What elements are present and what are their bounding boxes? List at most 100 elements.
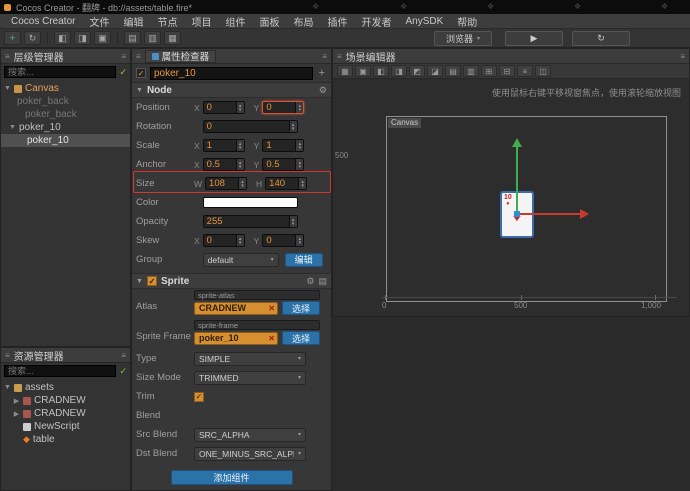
scene-tool-icon[interactable]: ⊞ (481, 65, 497, 77)
menu-layout[interactable]: 布局 (286, 14, 320, 29)
node-section-header[interactable]: ▼ Node ⚙ (132, 82, 331, 98)
panel-menu-icon[interactable]: ≡ (337, 52, 342, 61)
menu-edit[interactable]: 编辑 (116, 14, 150, 29)
asset-folder-cradnew-2[interactable]: ▶ CRADNEW (1, 407, 130, 420)
node-name-input[interactable] (150, 67, 313, 80)
menu-component[interactable]: 组件 (218, 14, 252, 29)
sprite-frame-select-button[interactable]: 选择 (282, 331, 320, 345)
position-x-field[interactable]: 0 ▴▾ (203, 101, 245, 114)
stepper-icon[interactable]: ▴▾ (236, 235, 244, 246)
color-swatch[interactable] (203, 197, 298, 208)
expand-arrow-icon[interactable]: ▼ (9, 124, 16, 131)
stepper-icon[interactable]: ▴▾ (298, 178, 306, 189)
collapsed-arrow-icon[interactable]: ▶ (13, 410, 20, 418)
create-node-icon[interactable]: ✓ (119, 67, 127, 78)
grid-toggle-icon[interactable]: ▦ (164, 31, 181, 45)
asset-folder-cradnew[interactable]: ▶ CRADNEW (1, 394, 130, 407)
tree-node-poker-back[interactable]: poker_back (1, 95, 130, 108)
asset-folder-assets[interactable]: ▼ assets (1, 381, 130, 394)
anchor-y-field[interactable]: 0.5 ▴▾ (262, 158, 304, 171)
tree-node-poker-back-child[interactable]: poker_back (1, 108, 130, 121)
skew-x-field[interactable]: 0 ▴▾ (203, 234, 245, 247)
panel-options-icon[interactable]: ≡ (121, 52, 126, 61)
scene-tool-icon[interactable]: ≡ (517, 65, 533, 77)
help-doc-icon[interactable]: ▤ (318, 276, 327, 287)
dst-blend-dropdown[interactable]: ONE_MINUS_SRC_ALPHA ▾ (194, 447, 306, 461)
stepper-icon[interactable]: ▴▾ (295, 235, 303, 246)
refresh-button[interactable]: ↻ (572, 31, 630, 46)
panel-menu-icon[interactable]: ≡ (5, 351, 10, 360)
gizmo-y-arrowhead-icon[interactable] (512, 138, 522, 147)
rotate-tool-icon[interactable]: ↻ (24, 31, 41, 45)
scene-tool-icon[interactable]: ◩ (409, 65, 425, 77)
opacity-field[interactable]: 255 ▴▾ (203, 215, 298, 228)
sprite-frame-asset-field[interactable]: poker_10 ✕ (194, 332, 278, 345)
skew-y-field[interactable]: 0 ▴▾ (262, 234, 304, 247)
menu-node[interactable]: 节点 (150, 14, 184, 29)
stepper-icon[interactable]: ▴▾ (236, 159, 244, 170)
move-tool-icon[interactable]: + (4, 31, 21, 45)
sprite-enabled-checkbox[interactable]: ✓ (147, 276, 157, 286)
size-h-field[interactable]: 140 ▴▾ (265, 177, 307, 190)
atlas-asset-field[interactable]: CRADNEW ✕ (194, 302, 278, 315)
menu-app[interactable]: Cocos Creator (4, 16, 82, 27)
expand-arrow-icon[interactable]: ▼ (4, 384, 11, 391)
scene-tool-icon[interactable]: ◨ (391, 65, 407, 77)
group-dropdown[interactable]: default ▾ (203, 253, 279, 267)
scale-tool-icon[interactable]: ◨ (74, 31, 91, 45)
scene-tool-icon[interactable]: ▦ (337, 65, 353, 77)
inspector-tab[interactable]: 属性检查器 (145, 50, 217, 63)
rotation-field[interactable]: 0 ▴▾ (203, 120, 298, 133)
node-active-checkbox[interactable]: ✓ (136, 68, 146, 78)
menu-anysdk[interactable]: AnySDK (398, 16, 450, 27)
scene-tool-icon[interactable]: ◧ (373, 65, 389, 77)
gizmo-origin-handle[interactable] (514, 211, 520, 217)
gizmo-y-axis-handle[interactable] (516, 147, 518, 214)
anchor-toggle-icon[interactable]: ▥ (144, 31, 161, 45)
panel-menu-icon[interactable]: ≡ (5, 52, 10, 61)
gear-icon[interactable]: ⚙ (319, 85, 327, 96)
gear-icon[interactable]: ⚙ (306, 276, 314, 287)
add-component-button[interactable]: 添加组件 (171, 470, 293, 485)
tree-node-poker-10-selected[interactable]: poker_10 (1, 134, 130, 147)
stepper-icon[interactable]: ▴▾ (295, 102, 303, 113)
trim-checkbox[interactable]: ✓ (194, 392, 204, 402)
panel-options-icon[interactable]: ≡ (680, 52, 685, 61)
menu-panel[interactable]: 面板 (252, 14, 286, 29)
stepper-icon[interactable]: ▴▾ (236, 140, 244, 151)
add-icon[interactable]: + (317, 67, 327, 79)
hierarchy-search-input[interactable] (4, 66, 116, 78)
scene-tool-icon[interactable]: ◫ (535, 65, 551, 77)
scene-tool-icon[interactable]: ▥ (463, 65, 479, 77)
stepper-icon[interactable]: ▴▾ (289, 121, 297, 132)
menu-developer[interactable]: 开发者 (354, 14, 398, 29)
stepper-icon[interactable]: ▴▾ (236, 102, 244, 113)
group-edit-button[interactable]: 编辑 (285, 253, 323, 267)
menu-help[interactable]: 帮助 (450, 14, 484, 29)
collapsed-arrow-icon[interactable]: ▶ (13, 397, 20, 405)
assets-search-input[interactable] (4, 365, 116, 377)
menu-file[interactable]: 文件 (82, 14, 116, 29)
clear-asset-icon[interactable]: ✕ (268, 304, 275, 313)
camera-tool-icon[interactable]: ▣ (94, 31, 111, 45)
scene-tool-icon[interactable]: ▤ (445, 65, 461, 77)
tree-node-poker-10[interactable]: ▼ poker_10 (1, 121, 130, 134)
src-blend-dropdown[interactable]: SRC_ALPHA ▾ (194, 428, 306, 442)
scene-tool-icon[interactable]: ◪ (427, 65, 443, 77)
stepper-icon[interactable]: ▴▾ (295, 140, 303, 151)
stepper-icon[interactable]: ▴▾ (238, 178, 246, 189)
asset-script-newscript[interactable]: NewScript (1, 420, 130, 433)
scale-x-field[interactable]: 1 ▴▾ (203, 139, 245, 152)
atlas-select-button[interactable]: 选择 (282, 301, 320, 315)
gizmo-x-axis-handle[interactable] (519, 213, 580, 215)
type-dropdown[interactable]: SIMPLE ▾ (194, 352, 306, 366)
scene-tool-icon[interactable]: ⊟ (499, 65, 515, 77)
asset-scene-table[interactable]: ◆ table (1, 433, 130, 446)
panel-options-icon[interactable]: ≡ (121, 351, 126, 360)
expand-arrow-icon[interactable]: ▼ (4, 85, 11, 92)
size-w-field[interactable]: 108 ▴▾ (205, 177, 247, 190)
create-asset-icon[interactable]: ✓ (119, 366, 127, 377)
preview-target-dropdown[interactable]: 浏览器 ▾ (434, 31, 492, 46)
gizmo-x-arrowhead-icon[interactable] (580, 209, 589, 219)
stepper-icon[interactable]: ▴▾ (295, 159, 303, 170)
